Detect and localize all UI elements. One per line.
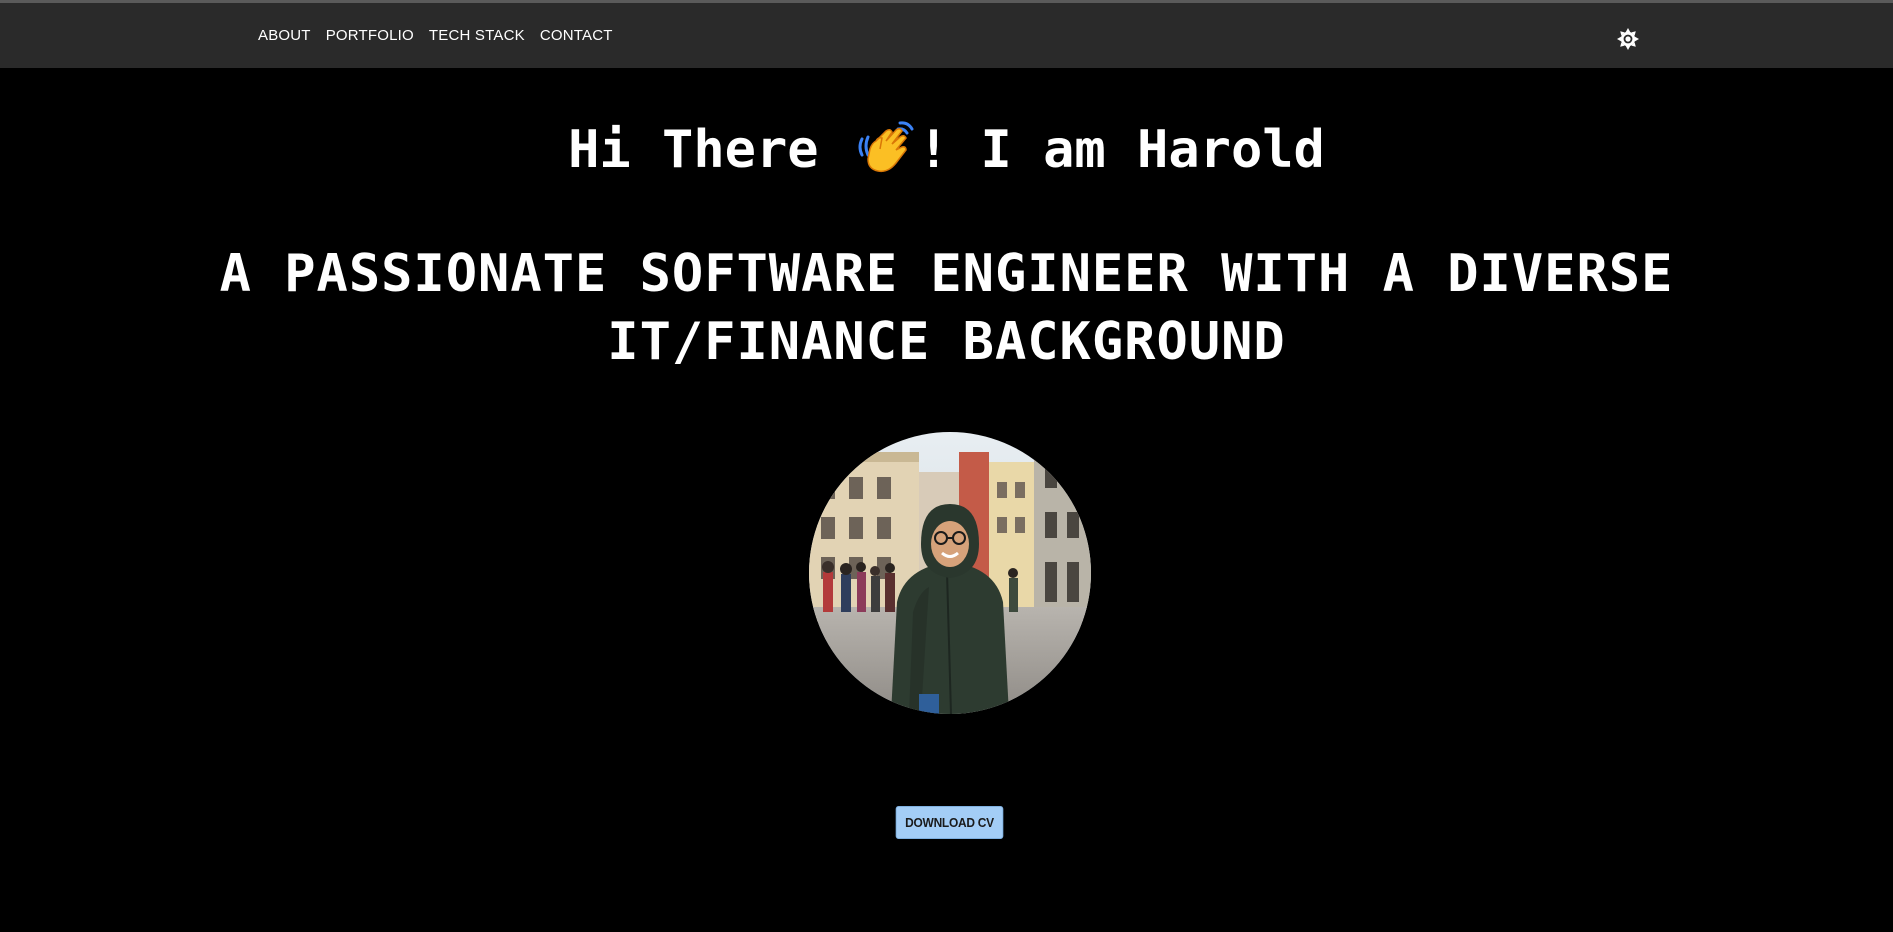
- waving-hand-icon: [858, 121, 914, 173]
- main-nav: ABOUT PORTFOLIO TECH STACK CONTACT: [258, 27, 613, 44]
- profile-photo: [809, 432, 1091, 714]
- download-cv-button[interactable]: DOWNLOAD CV: [895, 806, 1004, 839]
- nav-link-about[interactable]: ABOUT: [258, 27, 311, 44]
- profile-photo-image: [809, 432, 1091, 714]
- greeting-text-start: Hi There: [568, 120, 850, 180]
- nav-link-contact[interactable]: CONTACT: [540, 27, 613, 44]
- greeting-text-end: ! I am Harold: [917, 120, 1325, 180]
- top-navbar: ABOUT PORTFOLIO TECH STACK CONTACT: [0, 0, 1893, 68]
- nav-link-tech-stack[interactable]: TECH STACK: [429, 27, 525, 44]
- theme-toggle-button[interactable]: [1616, 27, 1640, 51]
- hero-greeting: Hi There ! I am Harold: [0, 118, 1893, 182]
- nav-link-portfolio[interactable]: PORTFOLIO: [326, 27, 414, 44]
- sun-icon: [1617, 28, 1639, 50]
- hero-subtitle: A PASSIONATE SOFTWARE ENGINEER WITH A DI…: [219, 244, 1674, 372]
